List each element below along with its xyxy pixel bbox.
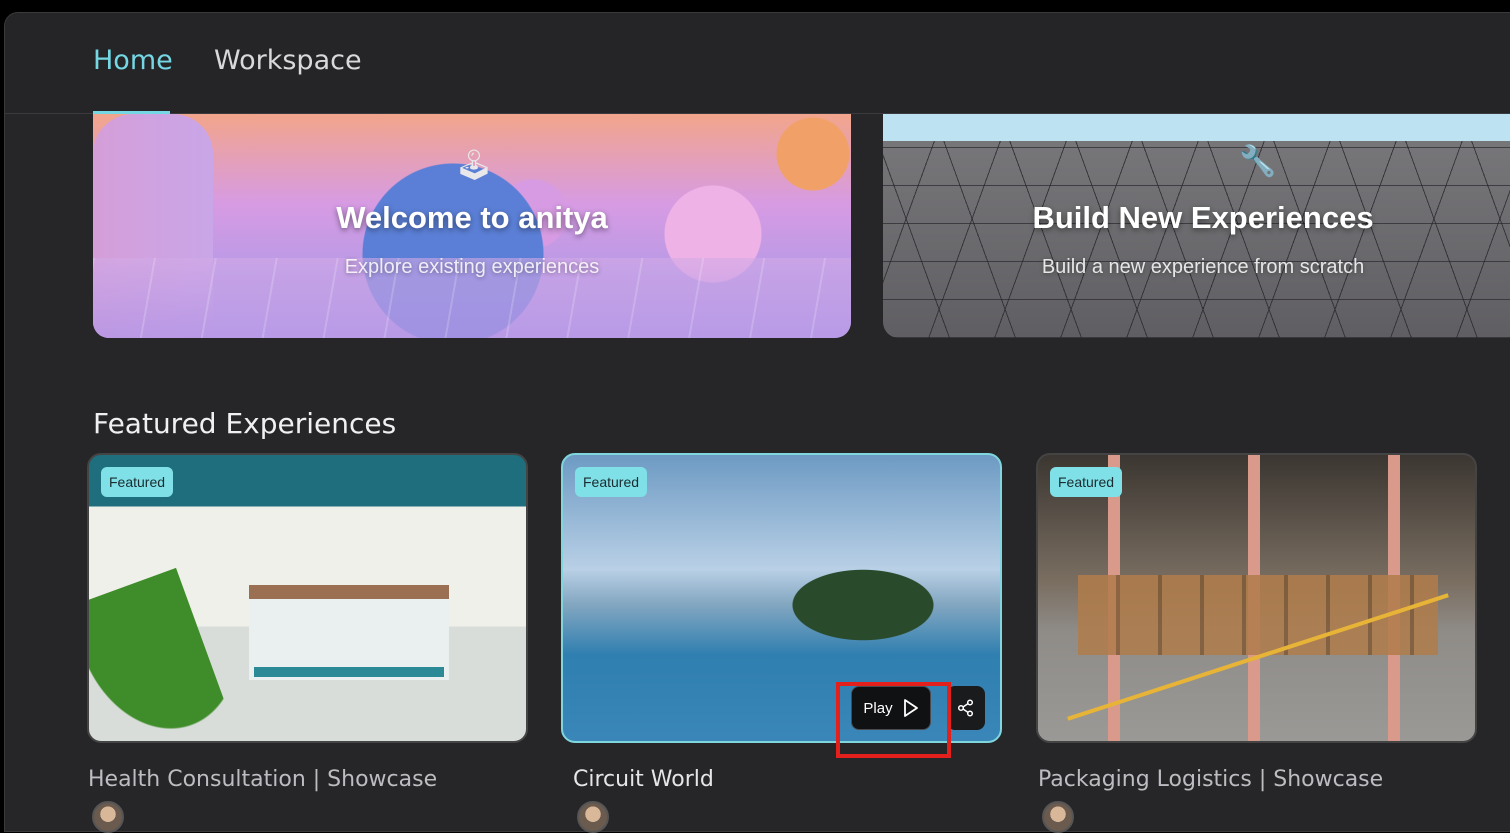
card-title-circuit-world[interactable]: Circuit World <box>573 767 714 792</box>
reception-desk-base-image <box>254 667 444 677</box>
card-title-health[interactable]: Health Consultation | Showcase <box>88 767 437 792</box>
avatar <box>1042 801 1074 833</box>
share-button[interactable] <box>947 686 985 730</box>
avatar <box>577 801 609 833</box>
play-icon <box>903 699 918 717</box>
wrench-icon: 🔧 <box>1239 145 1277 178</box>
build-banner-sky <box>883 114 1510 141</box>
welcome-subtitle: Explore existing experiences <box>344 256 600 278</box>
card-title-packaging[interactable]: Packaging Logistics | Showcase <box>1038 767 1383 792</box>
build-subtitle: Build a new experience from scratch <box>1041 256 1365 278</box>
joystick-icon: 🕹 <box>455 149 494 182</box>
experience-card-health[interactable]: Featured <box>87 453 528 743</box>
tab-home[interactable]: Home <box>93 45 173 76</box>
welcome-title: Welcome to anitya <box>336 200 608 235</box>
featured-badge: Featured <box>101 467 174 497</box>
welcome-banner[interactable]: 🕹 Welcome to anitya Explore existing exp… <box>93 114 851 338</box>
play-button[interactable]: Play <box>851 686 931 730</box>
tab-workspace[interactable]: Workspace <box>214 45 362 76</box>
experience-card-circuit-world[interactable]: Featured Play <box>561 453 1002 743</box>
plant-image <box>89 567 235 741</box>
build-title: Build New Experiences <box>1032 200 1374 235</box>
reception-desk-image <box>249 585 449 680</box>
share-icon <box>957 699 974 717</box>
top-navigation: Home Workspace <box>5 13 1510 114</box>
avatar <box>92 801 124 833</box>
featured-badge: Featured <box>575 467 648 497</box>
featured-badge: Featured <box>1050 467 1123 497</box>
experience-card-packaging[interactable]: Featured <box>1036 453 1477 743</box>
play-label: Play <box>863 699 893 717</box>
section-title: Featured Experiences <box>93 407 397 440</box>
build-banner[interactable]: 🔧 Build New Experiences Build a new expe… <box>883 114 1510 338</box>
